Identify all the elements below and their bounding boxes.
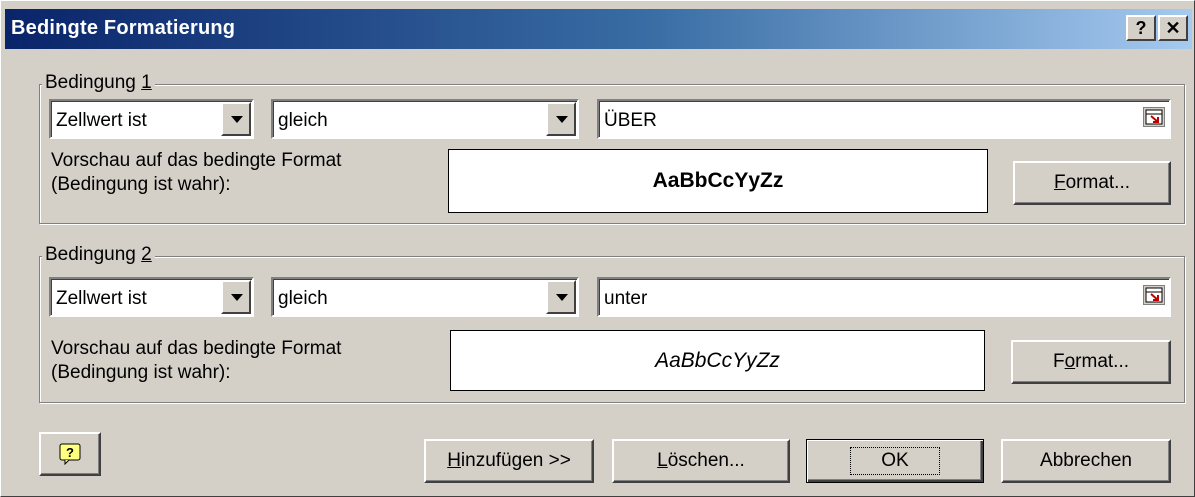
condition-2-operator-select[interactable]: gleich (271, 277, 579, 317)
ok-button[interactable]: OK (806, 439, 984, 483)
condition-1-legend: Bedingung 1 (42, 72, 155, 94)
help-title-button[interactable]: ? (1126, 15, 1156, 41)
range-selector-icon[interactable] (1143, 285, 1165, 305)
condition-2-value-input[interactable]: unter (597, 277, 1171, 317)
conditional-format-dialog: Bedingte Formatierung ? ✕ Bedingung 1 Ze… (0, 0, 1195, 497)
title-bar[interactable]: Bedingte Formatierung ? ✕ (5, 9, 1192, 49)
chevron-down-icon[interactable] (221, 280, 251, 314)
delete-button[interactable]: Löschen... (612, 439, 790, 483)
help-question-icon: ? (59, 443, 81, 465)
condition-2-legend: Bedingung 2 (42, 244, 155, 266)
condition-2-type-select[interactable]: Zellwert ist (49, 277, 254, 317)
condition-2-preview-box: AaBbCcYyZz (450, 330, 985, 391)
close-icon: ✕ (1165, 17, 1181, 38)
chevron-down-icon[interactable] (546, 280, 576, 314)
add-condition-button[interactable]: Hinzufügen >> (424, 439, 594, 483)
help-button[interactable]: ? (39, 432, 101, 476)
condition-1-value-input[interactable]: ÜBER (597, 99, 1171, 139)
condition-2-preview-label: Vorschau auf das bedingte Format (Beding… (51, 338, 342, 383)
cancel-button[interactable]: Abbrechen (1001, 439, 1171, 483)
svg-text:?: ? (66, 445, 74, 460)
range-selector-icon[interactable] (1143, 107, 1165, 127)
chevron-down-icon[interactable] (546, 102, 576, 136)
condition-1-operator-select[interactable]: gleich (271, 99, 579, 139)
condition-1-preview-box: AaBbCcYyZz (448, 149, 988, 213)
condition-2-format-button[interactable]: Format... (1011, 340, 1171, 384)
close-button[interactable]: ✕ (1158, 15, 1188, 41)
condition-1-format-button[interactable]: Format... (1013, 161, 1171, 205)
condition-1-type-select[interactable]: Zellwert ist (49, 99, 254, 139)
chevron-down-icon[interactable] (221, 102, 251, 136)
condition-1-preview-label: Vorschau auf das bedingte Format (Beding… (51, 150, 342, 195)
window-title: Bedingte Formatierung (11, 17, 236, 39)
